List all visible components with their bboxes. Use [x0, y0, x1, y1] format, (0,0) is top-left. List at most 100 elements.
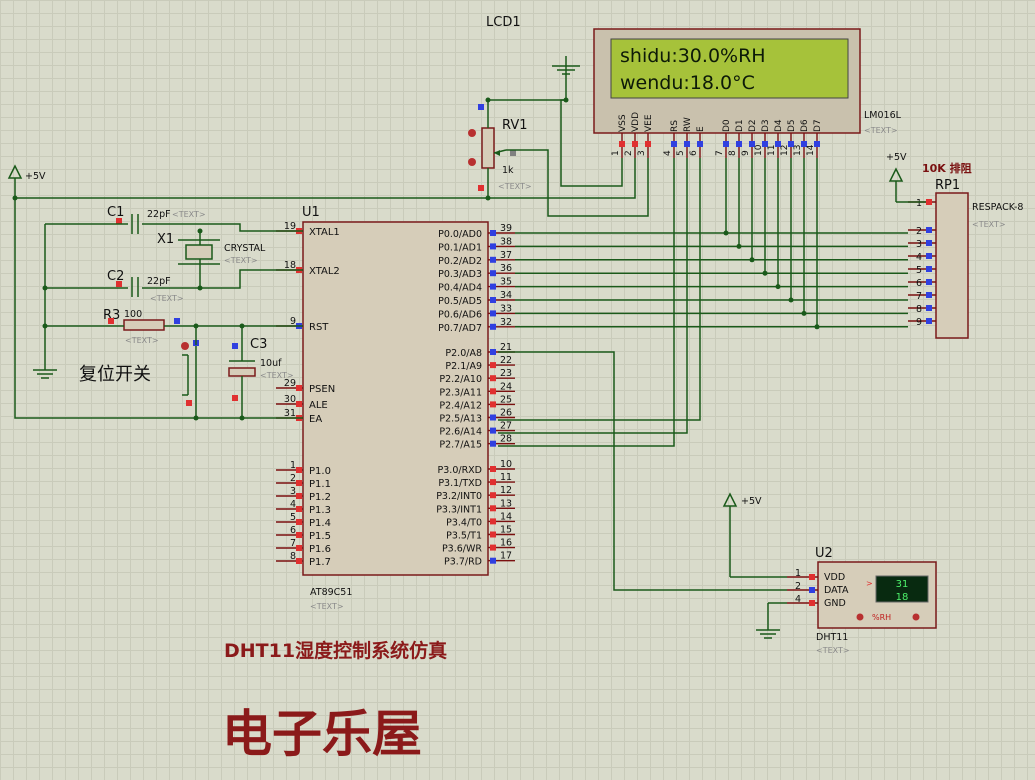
- x1-text: <TEXT>: [224, 256, 258, 265]
- junction-dot: [239, 415, 245, 421]
- reset-switch[interactable]: 复位开关: [79, 340, 199, 406]
- junction-dot: [801, 310, 807, 316]
- lcd-pin-name: E: [696, 126, 706, 132]
- u1-pin-num: 32: [500, 317, 512, 328]
- u1-pin-num: 34: [500, 290, 512, 301]
- rp1-pin-marker: [926, 266, 932, 272]
- u1-pin-name: P1.4: [309, 518, 331, 529]
- rp1-pin-num: 5: [916, 265, 922, 276]
- lcd-text: <TEXT>: [864, 126, 898, 135]
- u1-pin-num: 3: [290, 486, 296, 497]
- junction-dot: [193, 415, 199, 421]
- rp1-ref: RP1: [935, 178, 960, 193]
- rp1-resistor-pack[interactable]: 10K 排阻 RP1 RESPACK-8 <TEXT> 1 2 3 4 5 6 7 8 9: [908, 161, 1023, 339]
- rp1-pins: 1 2 3 4 5 6 7 8 9: [908, 198, 936, 328]
- r3-text: <TEXT>: [125, 336, 159, 345]
- rp1-pin-marker: [926, 305, 932, 311]
- lcd-pin-marker: [814, 141, 820, 147]
- lcd-pin-num: 9: [741, 150, 751, 156]
- rp1-text: <TEXT>: [972, 220, 1006, 229]
- u1-pin-num: 7: [290, 538, 296, 549]
- c2-value: 22pF: [147, 276, 171, 287]
- lcd-pin-marker: [645, 141, 651, 147]
- u1-pin-marker: [296, 493, 302, 499]
- u1-pin-marker: [490, 349, 496, 355]
- u1-pin-num: 33: [500, 303, 512, 314]
- u1-pin-marker: [490, 557, 496, 564]
- lcd1[interactable]: LCD1 shidu:30.0%RH wendu:18.0°C LM016L <…: [486, 15, 902, 158]
- junction-dot: [485, 97, 491, 103]
- u1-pin-name: P1.0: [309, 466, 331, 477]
- lcd-pin-num: 7: [715, 150, 725, 156]
- reset-switch-label: 复位开关: [79, 364, 151, 385]
- u1-pin-num: 37: [500, 250, 512, 261]
- u2-up-arrow: >: [866, 579, 873, 588]
- u1-pin-num: 16: [500, 538, 512, 549]
- ground-symbol-left: [33, 330, 57, 379]
- ground-symbol-u2: [756, 603, 780, 639]
- rv1-value: 1k: [502, 165, 514, 176]
- u1-pin-num: 14: [500, 511, 512, 522]
- junction-dot: [788, 297, 794, 303]
- u1-pin-name: EA: [309, 414, 322, 425]
- u1-pin-marker: [490, 531, 496, 538]
- power-terminal-left: +5V: [7, 164, 46, 198]
- rp1-pin-marker: [926, 253, 932, 259]
- lcd-pin-name: VSS: [618, 114, 628, 132]
- u1-pin-name: P1.2: [309, 492, 331, 503]
- u2-increase-button[interactable]: [912, 613, 920, 621]
- junction-dot: [775, 284, 781, 290]
- u1-microcontroller[interactable]: U1 AT89C51 <TEXT> 19XTAL118XTAL29RST29PS…: [276, 205, 515, 611]
- junction-dot: [814, 324, 820, 330]
- rv1-body: [481, 127, 495, 169]
- u1-pin-name: RST: [309, 322, 329, 333]
- u1-pin-num: 6: [290, 525, 296, 536]
- u1-pin-marker: [296, 558, 302, 564]
- u1-pin-marker: [490, 362, 496, 369]
- u1-pin-marker: [490, 310, 496, 317]
- u1-pin-marker: [490, 388, 496, 395]
- u1-pin-marker: [296, 467, 302, 473]
- lcd-pin-marker: [619, 141, 625, 147]
- lcd-pin-num: 8: [728, 150, 738, 156]
- c3-capacitor[interactable]: C3 10uf <TEXT>: [228, 337, 294, 401]
- u1-pin-marker: [490, 243, 496, 250]
- lcd-model: LM016L: [864, 110, 902, 121]
- lcd-pin-name: D6: [800, 119, 810, 132]
- power-label-rp1: +5V: [886, 152, 907, 163]
- u2-model: DHT11: [816, 632, 848, 643]
- lcd-pin-num: 1: [611, 150, 621, 156]
- u2-text: <TEXT>: [816, 646, 850, 655]
- lcd-pin-marker: [723, 141, 729, 147]
- u1-pin-name: P0.6/AD6: [438, 309, 482, 320]
- rp1-model: RESPACK-8: [972, 202, 1023, 213]
- u1-pin-name: XTAL1: [309, 227, 340, 238]
- junction-dot: [239, 323, 245, 329]
- u2-dht11[interactable]: U2 VDD DATA GND 1 2 4 31 18 > %RH DHT11 …: [787, 546, 937, 655]
- rp1-pin-num: 1: [916, 198, 922, 209]
- u1-pin-marker: [490, 479, 496, 486]
- lcd-pin-marker: [684, 141, 690, 147]
- c3-text: <TEXT>: [260, 371, 294, 380]
- lcd-pin-name: D7: [813, 119, 823, 132]
- u2-unit-label: %RH: [872, 613, 891, 622]
- junction-dot: [197, 228, 203, 234]
- c1-capacitor[interactable]: C1 22pF <TEXT>: [107, 205, 206, 234]
- x1-crystal[interactable]: X1 CRYSTAL <TEXT>: [157, 232, 266, 265]
- lcd-pin-num: 2: [624, 150, 634, 156]
- u1-pin-name: P3.1/TXD: [438, 478, 482, 489]
- lcd-pin-name: VDD: [631, 112, 641, 132]
- rv1-ref: RV1: [502, 118, 528, 133]
- lcd-pin-name: VEE: [644, 114, 654, 132]
- u1-pin-marker: [296, 385, 302, 391]
- c2-capacitor[interactable]: C2 22pF <TEXT>: [107, 269, 184, 303]
- lcd-pin-name: D2: [748, 119, 758, 132]
- u2-decrease-button[interactable]: [856, 613, 864, 621]
- rv1-potentiometer[interactable]: RV1 1k <TEXT>: [468, 104, 532, 191]
- rp1-pin-num: 7: [916, 291, 922, 302]
- u1-pin-name: PSEN: [309, 384, 335, 395]
- u1-pin-name: P0.7/AD7: [438, 323, 482, 334]
- u1-pin-name: P1.7: [309, 557, 331, 568]
- lcd-line2: wendu:18.0°C: [620, 72, 755, 94]
- junction-dot: [723, 230, 729, 236]
